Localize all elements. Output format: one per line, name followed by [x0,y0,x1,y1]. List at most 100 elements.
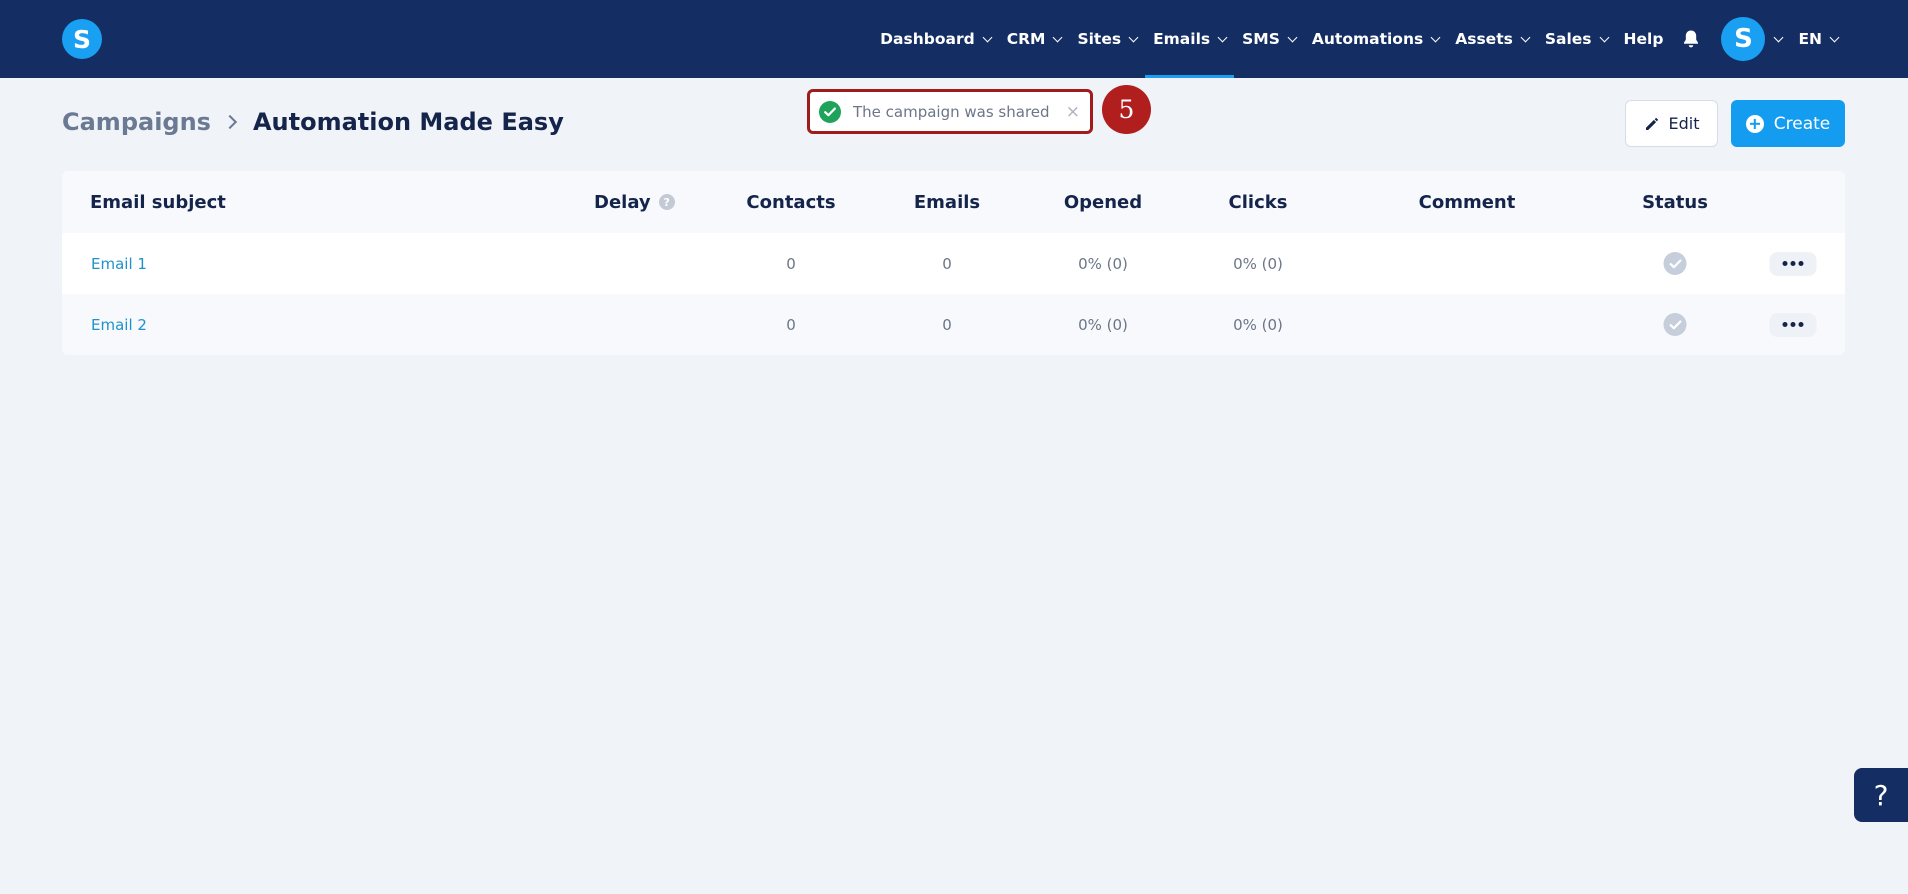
column-header-email-subject[interactable]: Email subject [90,171,226,233]
dot [1790,322,1796,327]
success-toast: The campaign was shared × [814,96,1086,127]
column-header-label: Status [1642,191,1708,213]
column-header-label: Clicks [1228,191,1288,213]
plus-circle-icon [1745,114,1764,133]
email-subject-text: Email 2 [91,315,147,334]
chevron-down-icon [1599,32,1609,42]
chevron-down-icon [1430,32,1441,42]
chevron-down-icon [1520,32,1531,42]
column-header-label: Emails [913,191,981,213]
email-subject-link[interactable]: Email 2 [91,294,147,355]
chevron-down-icon [1773,32,1784,42]
row-actions-cell [1769,233,1817,294]
nav-item-label: Automations [1311,30,1424,48]
nav-item-automations[interactable]: Automations [1304,0,1447,78]
chevron-down-icon [1052,32,1063,42]
status-cell [1663,294,1687,355]
emails-table: Email subject Delay ? Contacts Emails Op… [62,171,1845,355]
more-options-button[interactable] [1769,312,1817,337]
contacts-cell: 0 [786,254,796,273]
nav-item-sites[interactable]: Sites [1069,0,1145,78]
email-subject-text: Email 1 [91,254,147,273]
column-header-delay[interactable]: Delay ? [594,171,675,233]
brand-logo[interactable]: S [62,19,102,59]
column-header-emails[interactable]: Emails [914,171,980,233]
column-header-status[interactable]: Status [1642,171,1708,233]
step-number-badge: 5 [1102,85,1151,134]
emails-cell: 0 [942,315,952,334]
edit-button-label: Edit [1668,114,1700,133]
user-menu[interactable]: S [1711,0,1790,78]
nav-item-assets[interactable]: Assets [1447,0,1537,78]
status-check-icon [1663,313,1687,336]
status-check-icon [1663,252,1687,275]
dot [1798,322,1804,327]
language-label: EN [1798,30,1822,48]
pencil-icon [1645,117,1658,130]
toast-highlight-frame: The campaign was shared × [807,89,1093,134]
column-header-contacts[interactable]: Contacts [746,171,835,233]
row-actions-cell [1769,294,1817,355]
nav-item-label: Sites [1077,30,1122,48]
nav-item-label: CRM [1006,30,1046,48]
column-header-label: Delay [594,191,651,213]
table-row: Email 2 0 0 0% (0) 0% (0) [62,294,1845,355]
email-subject-link[interactable]: Email 1 [91,233,147,294]
nav-item-label: Emails [1153,30,1211,48]
top-navigation-bar: S Dashboard CRM Sites Emails SMS Automat… [0,0,1908,78]
column-header-comment[interactable]: Comment [1419,171,1516,233]
bell-icon[interactable] [1671,0,1711,78]
nav-item-emails[interactable]: Emails [1145,0,1235,78]
main-nav: Dashboard CRM Sites Emails SMS Automatio… [872,0,1908,78]
nav-item-label: SMS [1242,30,1280,48]
column-header-clicks[interactable]: Clicks [1229,171,1288,233]
table-header: Email subject Delay ? Contacts Emails Op… [62,171,1845,233]
column-header-label: Email subject [90,191,226,213]
dot [1782,261,1788,266]
more-options-button[interactable] [1769,251,1817,276]
language-selector[interactable]: EN [1790,0,1846,78]
dot [1790,261,1796,266]
chevron-down-icon [982,32,993,42]
status-cell [1663,233,1687,294]
create-button[interactable]: Create [1731,100,1845,147]
column-header-opened[interactable]: Opened [1064,171,1142,233]
chevron-down-icon [1287,32,1298,42]
breadcrumb-campaigns-link[interactable]: Campaigns [62,108,211,136]
chevron-down-icon [1829,32,1840,42]
clicks-cell: 0% (0) [1233,254,1283,273]
nav-item-label: Sales [1544,30,1592,48]
create-button-label: Create [1773,113,1831,134]
chevron-down-icon [1217,32,1228,42]
nav-item-sales[interactable]: Sales [1537,0,1616,78]
dot [1782,322,1788,327]
nav-item-label: Assets [1455,30,1513,48]
opened-cell: 0% (0) [1078,254,1128,273]
toast-message: The campaign was shared [853,102,1050,121]
edit-button[interactable]: Edit [1625,100,1718,147]
page-title: Automation Made Easy [252,108,564,136]
help-icon[interactable]: ? [658,194,675,210]
close-icon[interactable]: × [1066,102,1080,122]
dot [1798,261,1804,266]
nav-item-sms[interactable]: SMS [1234,0,1304,78]
opened-cell: 0% (0) [1078,315,1128,334]
table-row: Email 1 0 0 0% (0) 0% (0) [62,233,1845,294]
nav-item-crm[interactable]: CRM [999,0,1070,78]
nav-item-dashboard[interactable]: Dashboard [872,0,999,78]
avatar: S [1721,17,1766,61]
chevron-down-icon [1128,32,1139,42]
nav-item-label: Help [1623,30,1664,48]
chevron-right-icon [222,114,238,130]
question-mark-icon: ? [1873,778,1889,812]
column-header-label: Contacts [746,191,836,213]
help-widget-button[interactable]: ? [1854,768,1908,822]
breadcrumb: Campaigns Automation Made Easy [62,108,564,136]
nav-item-help[interactable]: Help [1616,0,1672,78]
nav-item-label: Dashboard [880,30,975,48]
column-header-label: Comment [1418,191,1516,213]
check-circle-icon [819,100,841,123]
contacts-cell: 0 [786,315,796,334]
emails-cell: 0 [942,254,952,273]
clicks-cell: 0% (0) [1233,315,1283,334]
